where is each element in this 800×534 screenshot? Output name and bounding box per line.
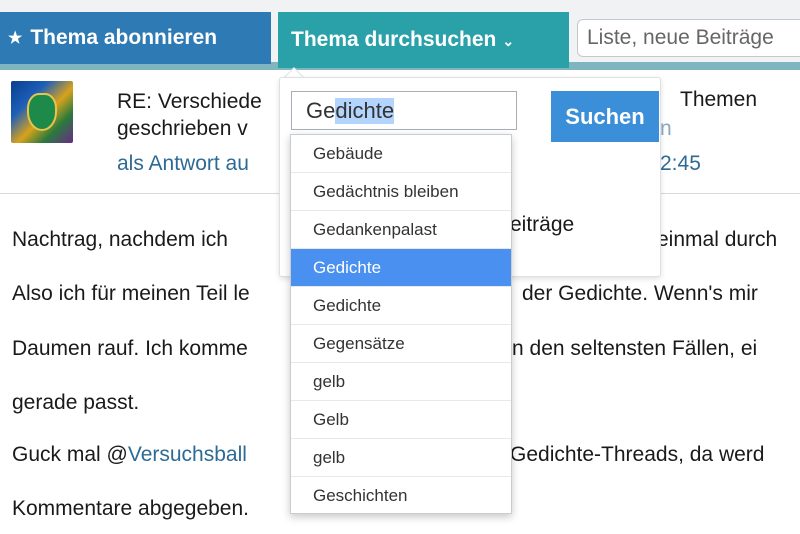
body-line-2: Also ich für meinen Teil le <box>12 282 250 305</box>
suggestion-item[interactable]: Gedankenpalast <box>291 211 511 249</box>
star-icon: ★ <box>8 30 23 47</box>
subscribe-thread-label: Thema abonnieren <box>30 26 218 49</box>
chevron-down-icon: ⌄ <box>502 33 515 49</box>
search-thread-label: Thema durchsuchen <box>291 28 497 51</box>
avatar[interactable] <box>11 81 73 143</box>
search-thread-button[interactable]: Thema durchsuchen ⌄ <box>278 12 569 68</box>
user-mention-link[interactable]: Versuchsball <box>128 443 247 466</box>
body-line-3: Daumen rauf. Ich komme <box>12 337 248 360</box>
popup-option-text: eiträge <box>510 213 575 236</box>
body-line-5-end: Gedichte-Threads, da werd <box>510 443 765 466</box>
body-line-1-end: einmal durch <box>657 228 778 251</box>
quick-search-input[interactable]: Liste, neue Beiträge <box>577 19 800 57</box>
suggestion-item[interactable]: Geschichten <box>291 477 511 515</box>
suggestion-item[interactable]: Gedächtnis bleiben <box>291 173 511 211</box>
suggestion-item[interactable]: gelb <box>291 363 511 401</box>
subscribe-thread-button[interactable]: ★ Thema abonnieren <box>0 12 271 64</box>
suggestion-item[interactable]: Gelb <box>291 401 511 439</box>
thread-search-input[interactable]: Ge dichte <box>291 91 517 130</box>
reply-to-link[interactable]: als Antwort au <box>117 152 249 176</box>
post-timestamp: 2:45 <box>660 152 701 175</box>
suggestion-item[interactable]: Gedichte <box>291 287 511 325</box>
suggestion-item-active[interactable]: Gedichte <box>291 249 511 287</box>
suggestion-item[interactable]: gelb <box>291 439 511 477</box>
selected-text: dichte <box>335 97 395 124</box>
body-line-2-end: der Gedichte. Wenn's mir <box>522 282 758 305</box>
body-line-4: gerade passt. <box>12 391 140 414</box>
search-submit-button[interactable]: Suchen <box>551 91 659 142</box>
suggestion-item[interactable]: Gegensätze <box>291 325 511 363</box>
autocomplete-dropdown: Gebäude Gedächtnis bleiben Gedankenpalas… <box>290 134 512 514</box>
body-line-3-end: n den seltensten Fällen, ei <box>512 337 758 360</box>
post-title-end: Themen <box>680 88 758 111</box>
body-line-6: Kommentare abgegeben. <box>12 497 249 520</box>
post-muted-text: n <box>660 117 672 140</box>
body-line-5: Guck mal @Versuchsball <box>12 443 247 466</box>
suggestion-item[interactable]: Gebäude <box>291 135 511 173</box>
body-line-1: Nachtrag, nachdem ich <box>12 228 228 251</box>
